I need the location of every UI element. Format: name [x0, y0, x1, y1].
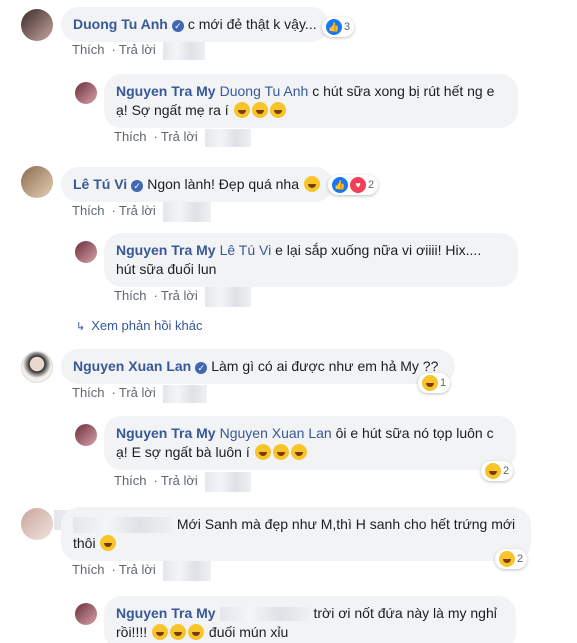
reaction-count[interactable]: 👍 ♥ 2 [328, 175, 379, 195]
rofl-emoji-icon [272, 444, 289, 460]
laughing-emoji-icon [251, 102, 268, 118]
like-icon: 👍 [326, 19, 342, 35]
laughing-emoji-icon [233, 102, 250, 118]
comment-text: đuối mún xỉu [208, 624, 289, 640]
comment-actions: Thích · Trả lời [72, 202, 215, 222]
avatar[interactable] [21, 166, 53, 198]
comment-actions: Thích · Trả lời [72, 561, 215, 581]
blurred-mention [219, 607, 310, 622]
rofl-emoji-icon [152, 624, 169, 640]
comment-author[interactable]: Nguyen Tra My [116, 83, 216, 99]
comment-text: ạ! Sợ ngất mẹ ra í [116, 102, 229, 118]
avatar[interactable] [21, 508, 53, 540]
like-button[interactable]: Thích [72, 42, 105, 57]
reply-bubble: Nguyen Tra My trời ơi nốt đứa này là my … [104, 596, 516, 643]
like-icon: 👍 [332, 177, 348, 193]
comment-text: rồi!!!! [116, 624, 148, 640]
reply-bubble: Nguyen Tra My Nguyen Xuan Lan ôi e hút sữ… [104, 416, 516, 470]
rofl-emoji-icon [188, 624, 205, 640]
timestamp [163, 385, 208, 403]
reply-bubble: Nguyen Tra My Lê Tú Vi e lại sắp xuống nữ… [104, 233, 518, 287]
comment-author[interactable]: Nguyen Tra My [116, 425, 216, 441]
like-button[interactable]: Thích [72, 203, 105, 218]
rofl-emoji-icon [290, 444, 307, 460]
comment-text: thôi [73, 535, 96, 551]
timestamp [205, 472, 252, 492]
timestamp [205, 129, 252, 147]
avatar[interactable] [21, 351, 53, 383]
haha-icon [422, 375, 438, 391]
avatar[interactable] [75, 82, 97, 104]
comment-text: Làm gì có ai được như em hả My ?? [211, 358, 439, 374]
reaction-count[interactable]: 2 [495, 549, 528, 569]
comment-text: c mới đẻ thật k vậy... [187, 16, 317, 32]
verified-icon: ✓ [171, 20, 184, 32]
avatar[interactable] [21, 9, 53, 41]
reaction-count[interactable]: 2 [481, 461, 514, 481]
comment-actions: Thích · Trả lời [72, 385, 211, 403]
reply-button[interactable]: Trả lời [119, 385, 156, 400]
verified-icon: ✓ [195, 362, 208, 374]
rofl-emoji-icon [254, 444, 271, 460]
comment-author[interactable]: Duong Tu Anh [73, 16, 168, 32]
mention[interactable]: Duong Tu Anh [220, 83, 309, 99]
comment-bubble: Nguyen Xuan Lan ✓ Làm gì có ai được như em… [61, 349, 455, 384]
timestamp [205, 287, 252, 307]
comment-text: Mới Sanh mà đẹp như M,thì H sanh cho hết… [176, 516, 516, 532]
comment-bubble: Duong Tu Anh ✓ c mới đẻ thật k vậy... [61, 7, 329, 42]
like-button[interactable]: Thích [114, 473, 147, 488]
timestamp [163, 561, 212, 581]
comment-text: c hút sữa xong bị rút hết ng e [312, 83, 495, 99]
reply-button[interactable]: Trả lời [119, 42, 156, 57]
timestamp [163, 42, 206, 60]
avatar[interactable] [75, 241, 97, 263]
reply-arrow-icon: ↳ [76, 321, 86, 333]
comment-actions: Thích · Trả lời [114, 472, 255, 492]
like-button[interactable]: Thích [114, 129, 147, 144]
view-more-replies-link[interactable]: ↳ Xem phản hồi khác [76, 318, 203, 333]
comment-author[interactable]: Lê Tú Vi [73, 176, 127, 192]
like-button[interactable]: Thích [114, 288, 147, 303]
avatar[interactable] [75, 603, 97, 625]
comment-text: hút sữa đuối lun [116, 261, 217, 277]
mention[interactable]: Lê Tú Vi [220, 242, 272, 258]
comment-text: ạ! E sợ ngất bà luôn í [116, 444, 250, 460]
like-button[interactable]: Thích [72, 562, 105, 577]
haha-icon [499, 551, 515, 567]
reply-bubble: Nguyen Tra My Duong Tu Anh c hút sữa xong… [104, 74, 518, 128]
comment-author[interactable]: Nguyen Tra My [116, 605, 216, 621]
reply-button[interactable]: Trả lời [119, 562, 156, 577]
comment-author[interactable]: Nguyen Xuan Lan [73, 358, 191, 374]
reaction-count[interactable]: 1 [418, 373, 451, 393]
reply-button[interactable]: Trả lời [161, 473, 198, 488]
timestamp [163, 202, 212, 222]
comment-text: e lại sắp xuống nữa vi ơiiii! Hix.... [275, 242, 482, 258]
comment-text: ôi e hút sữa nó tọp luôn c [335, 425, 494, 441]
mention[interactable]: Nguyen Xuan Lan [220, 425, 332, 441]
reaction-count[interactable]: 👍 3 [322, 17, 355, 37]
comment-text: Ngon lành! Đẹp quá nha [147, 176, 299, 192]
comment-actions: Thích · Trả lời [72, 42, 209, 60]
reply-button[interactable]: Trả lời [161, 129, 198, 144]
haha-icon [485, 463, 501, 479]
love-icon: ♥ [350, 177, 366, 193]
comment-author[interactable]: Nguyen Tra My [116, 242, 216, 258]
comment-text: trời ơi nốt đứa này là my nghỉ [313, 605, 497, 621]
verified-icon: ✓ [131, 180, 144, 192]
like-button[interactable]: Thích [72, 385, 105, 400]
laughing-emoji-icon [269, 102, 286, 118]
rofl-emoji-icon [170, 624, 187, 640]
comment-actions: Thích · Trả lời [114, 287, 255, 307]
reply-button[interactable]: Trả lời [161, 288, 198, 303]
comment-bubble: Mới Sanh mà đẹp như M,thì H sanh cho hết… [61, 507, 531, 561]
comment-bubble: Lê Tú Vi ✓ Ngon lành! Đẹp quá nha [61, 167, 333, 202]
avatar[interactable] [75, 424, 97, 446]
comment-actions: Thích · Trả lời [114, 129, 255, 147]
smile-emoji-icon [303, 176, 320, 192]
reply-button[interactable]: Trả lời [119, 203, 156, 218]
blurred-author-name [73, 517, 173, 534]
smile-emoji-icon [100, 535, 117, 551]
